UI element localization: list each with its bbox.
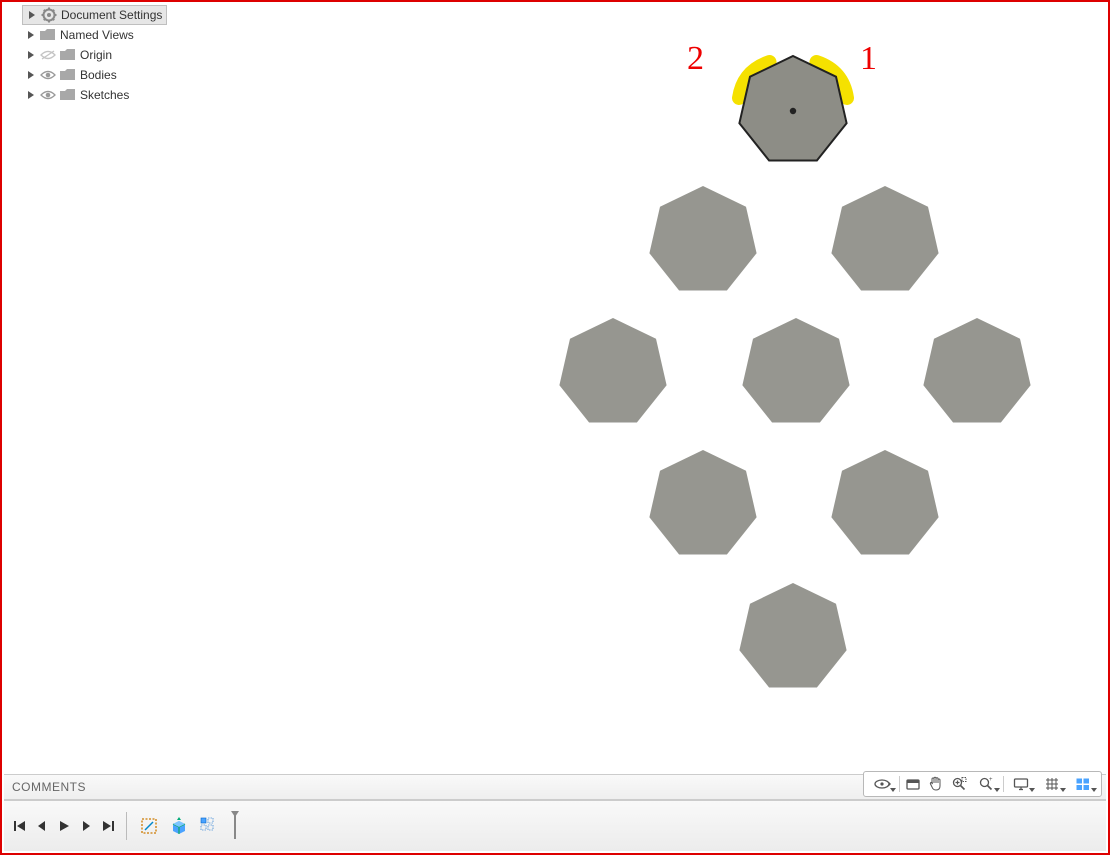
expand-icon[interactable] (26, 70, 36, 80)
tree-item-label: Named Views (60, 28, 134, 42)
viewports-button[interactable] (1068, 775, 1098, 793)
annotation-left: 2 (687, 40, 704, 78)
timeline-next-button[interactable] (78, 818, 94, 834)
expand-icon[interactable] (26, 50, 36, 60)
visibility-shown-icon[interactable] (40, 67, 56, 83)
browser-tree: Document Settings Named Views Origin Bod… (22, 5, 167, 105)
viewport[interactable]: 2 1 (2, 2, 1108, 853)
zoom-button[interactable]: + (971, 775, 1001, 793)
body-heptagon[interactable] (552, 312, 674, 437)
tree-item-origin[interactable]: Origin (22, 45, 167, 65)
comments-title: COMMENTS (12, 780, 86, 794)
body-heptagon[interactable] (732, 50, 854, 175)
annotation-right: 1 (860, 40, 877, 78)
body-heptagon[interactable] (824, 180, 946, 305)
svg-text:+: + (989, 777, 993, 783)
tree-item-label: Document Settings (61, 8, 162, 22)
timeline-feature-pattern[interactable] (197, 814, 221, 838)
tree-item-bodies[interactable]: Bodies (22, 65, 167, 85)
display-settings-button[interactable] (1006, 775, 1036, 793)
pan-button[interactable] (925, 775, 947, 793)
timeline-feature-extrude[interactable] (167, 814, 191, 838)
dropdown-icon[interactable] (1060, 788, 1066, 792)
body-heptagon[interactable] (916, 312, 1038, 437)
tree-item-label: Origin (80, 48, 112, 62)
body-heptagon[interactable] (642, 444, 764, 569)
dropdown-icon[interactable] (1091, 788, 1097, 792)
dropdown-icon[interactable] (1029, 788, 1035, 792)
tree-item-document-settings[interactable]: Document Settings (22, 5, 167, 25)
zoom-window-button[interactable] (948, 775, 970, 793)
visibility-shown-icon[interactable] (40, 87, 56, 103)
tree-item-named-views[interactable]: Named Views (22, 25, 167, 45)
timeline-prev-button[interactable] (34, 818, 50, 834)
folder-icon (60, 47, 76, 63)
dropdown-icon[interactable] (890, 788, 896, 792)
timeline-feature-sketch[interactable] (137, 814, 161, 838)
timeline-end-marker[interactable] (231, 811, 239, 841)
timeline-first-button[interactable] (12, 818, 28, 834)
body-heptagon[interactable] (732, 577, 854, 702)
navigation-bar: + (863, 771, 1102, 797)
tree-item-sketches[interactable]: Sketches (22, 85, 167, 105)
timeline (4, 800, 1106, 851)
look-at-button[interactable] (902, 775, 924, 793)
expand-icon[interactable] (26, 30, 36, 40)
tree-item-label: Bodies (80, 68, 117, 82)
orbit-button[interactable] (867, 775, 897, 793)
dropdown-icon[interactable] (994, 788, 1000, 792)
timeline-last-button[interactable] (100, 818, 116, 834)
body-heptagon[interactable] (735, 312, 857, 437)
body-heptagon[interactable] (642, 180, 764, 305)
expand-icon[interactable] (26, 90, 36, 100)
tree-item-label: Sketches (80, 88, 129, 102)
grid-settings-button[interactable] (1037, 775, 1067, 793)
folder-icon (60, 87, 76, 103)
timeline-play-button[interactable] (56, 818, 72, 834)
visibility-hidden-icon[interactable] (40, 47, 56, 63)
expand-icon[interactable] (27, 10, 37, 20)
folder-icon (40, 27, 56, 43)
folder-icon (60, 67, 76, 83)
gear-icon (41, 7, 57, 23)
body-heptagon[interactable] (824, 444, 946, 569)
